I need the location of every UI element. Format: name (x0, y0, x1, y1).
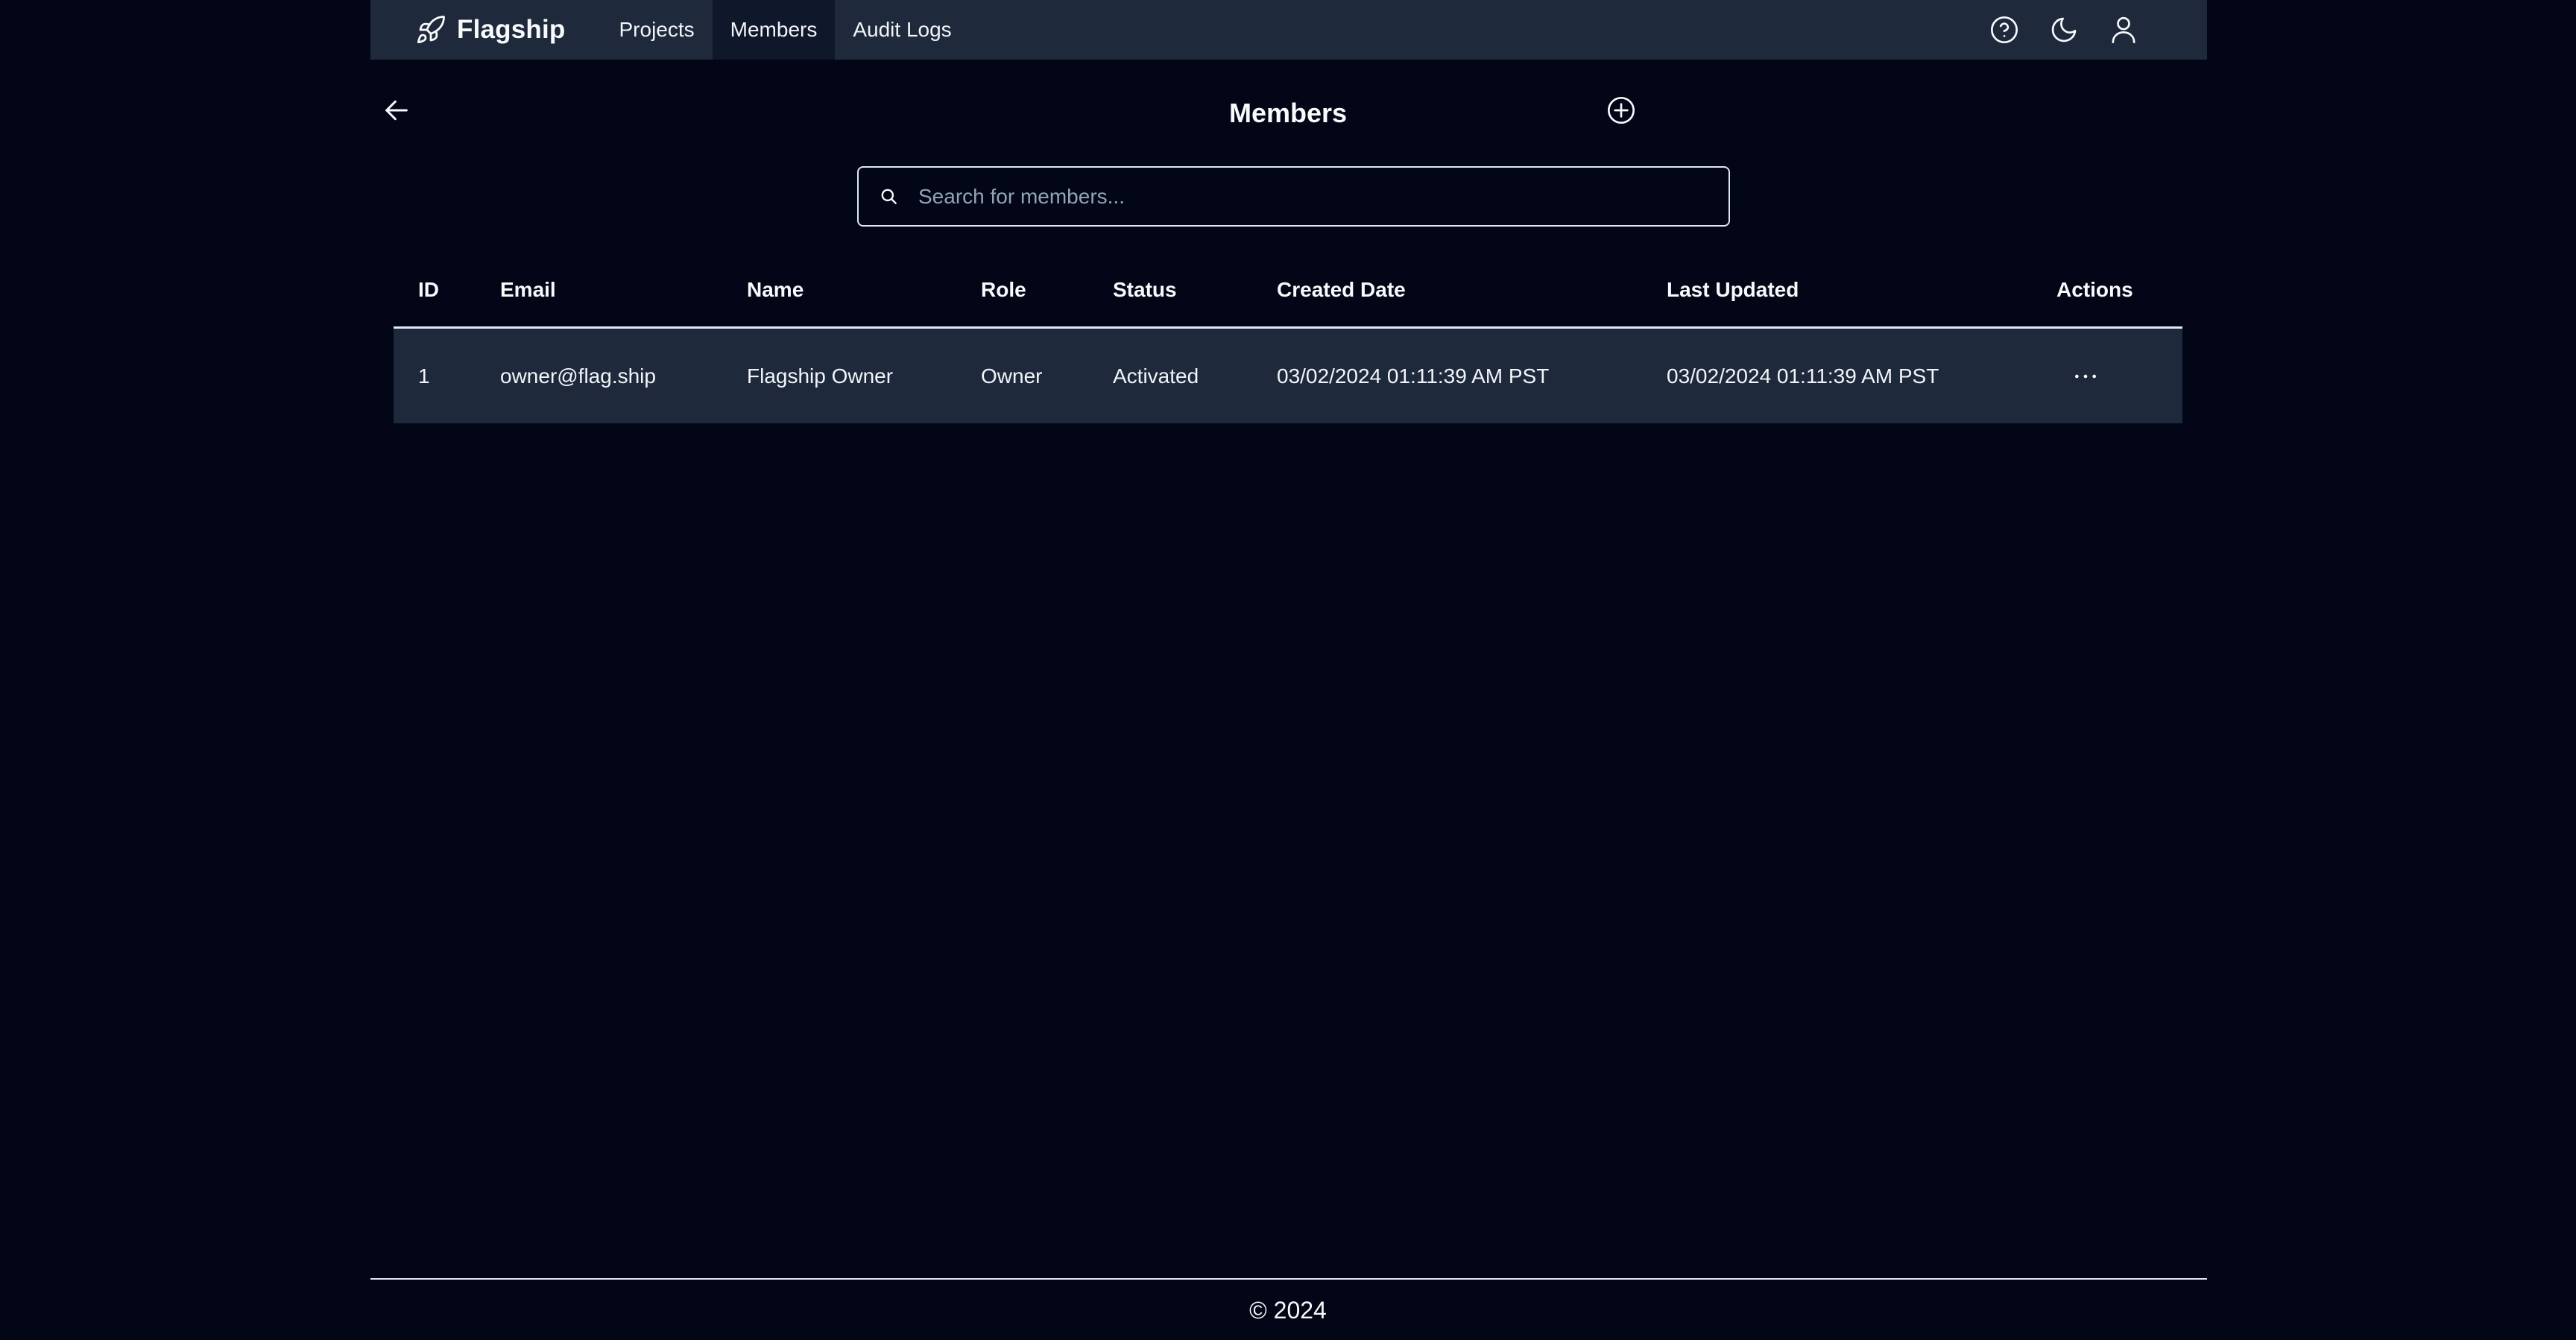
members-table: ID Email Name Role Status Created Date L… (394, 257, 2182, 423)
cell-email: owner@flag.ship (500, 364, 656, 388)
rocket-icon (417, 16, 445, 44)
help-circle-icon[interactable] (1989, 15, 2019, 45)
column-header-actions: Actions (2056, 278, 2133, 301)
search-icon (881, 189, 897, 204)
plus-circle-icon[interactable] (1606, 95, 1636, 125)
cell-last-updated: 03/02/2024 01:11:39 AM PST (1667, 364, 1939, 388)
arrow-left-icon[interactable] (382, 95, 411, 125)
more-horizontal-icon[interactable] (2071, 361, 2100, 391)
user-icon[interactable] (2109, 15, 2138, 45)
column-header-id[interactable]: ID (418, 257, 439, 329)
cell-status: Activated (1113, 364, 1199, 388)
search-box (857, 166, 1730, 227)
column-header-name[interactable]: Name (747, 257, 804, 329)
cell-name: Flagship Owner (747, 364, 894, 388)
column-header-email[interactable]: Email (500, 257, 556, 329)
column-header-status[interactable]: Status (1113, 257, 1177, 329)
nav-link-audit-logs[interactable]: Audit Logs (835, 0, 969, 60)
column-header-created-date[interactable]: Created Date (1277, 257, 1406, 329)
brand[interactable]: Flagship (415, 0, 566, 60)
top-nav: Flagship Projects Members Audit Logs (370, 0, 2207, 60)
brand-name: Flagship (457, 15, 566, 44)
nav-link-members[interactable]: Members (712, 0, 836, 60)
footer-divider (370, 1278, 2207, 1280)
cell-role: Owner (981, 364, 1043, 388)
column-header-role[interactable]: Role (981, 257, 1026, 329)
footer-copyright: © 2024 (1249, 1297, 1327, 1324)
moon-icon[interactable] (2049, 15, 2079, 45)
nav-link-projects[interactable]: Projects (602, 0, 713, 60)
table-header: ID Email Name Role Status Created Date L… (394, 257, 2182, 329)
page-title: Members (1228, 98, 1348, 128)
nav-right-icons (1989, 15, 2138, 45)
search-input[interactable] (917, 183, 1714, 209)
column-header-last-updated[interactable]: Last Updated (1667, 257, 1799, 329)
cell-created-date: 03/02/2024 01:11:39 AM PST (1277, 364, 1550, 388)
table-row[interactable]: 1 owner@flag.ship Flagship Owner Owner A… (394, 329, 2182, 423)
cell-id: 1 (418, 364, 430, 388)
